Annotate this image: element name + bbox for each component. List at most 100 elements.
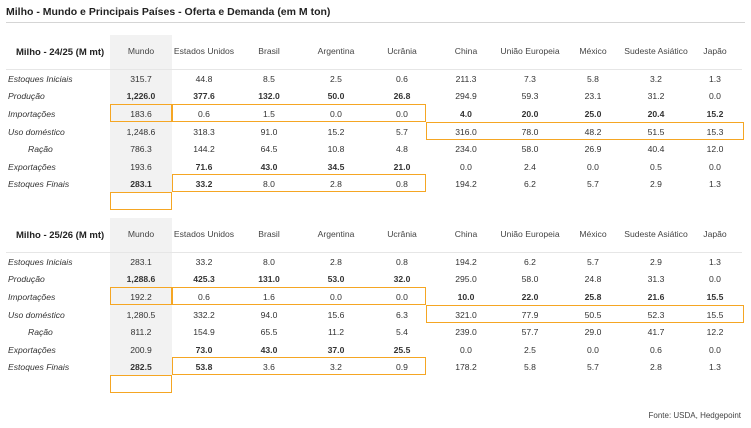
table-cell: 94.0 xyxy=(260,309,278,320)
table-cell: 4.8 xyxy=(396,144,408,155)
table-cell: 0.0 xyxy=(460,344,472,355)
table-cell: 91.0 xyxy=(260,126,278,137)
table-cell: 5.7 xyxy=(587,362,599,373)
table-cell: 282.5 xyxy=(110,358,172,377)
table-cell: 1,226.0 xyxy=(110,87,172,106)
table-cell: 5.8 xyxy=(524,362,536,373)
col-header-argentina: Argentina xyxy=(317,46,355,57)
col-header-china: China xyxy=(454,229,478,240)
table-cell: 2.5 xyxy=(302,68,370,88)
title-divider xyxy=(6,22,745,23)
table-cell: 23.1 xyxy=(584,91,602,102)
table-cell: 25.8 xyxy=(584,291,602,302)
table-cell: 2.8 xyxy=(650,362,662,373)
table-cell: 377.6 xyxy=(193,91,215,102)
table-cell: 24.8 xyxy=(584,274,602,285)
table-cell: 2.5 xyxy=(524,344,536,355)
table-cell: 1.3 xyxy=(709,179,721,190)
col-header-uniao-europeia: União Europeia xyxy=(500,229,560,240)
table-row: Exportações 200.9 73.0 43.0 37.0 25.5 0.… xyxy=(6,340,742,359)
table-cell: 5.7 xyxy=(562,251,624,271)
table-cell: 10.0 xyxy=(457,291,475,302)
table-cell: 29.0 xyxy=(584,327,602,338)
col-header-estados-unidos: Estados Unidos xyxy=(173,46,235,57)
row-label: Produção xyxy=(8,91,45,102)
table-cell: 0.0 xyxy=(709,274,721,285)
table-cell: 1,280.5 xyxy=(110,305,172,324)
table-cell: 294.9 xyxy=(455,91,477,102)
highlight-box-producao-mundo xyxy=(110,104,172,122)
table-cell: 318.3 xyxy=(193,126,215,137)
table-cell: 15.6 xyxy=(327,309,345,320)
table-cell: 5.7 xyxy=(396,126,408,137)
table-cell: 0.0 xyxy=(587,344,599,355)
table-cell: 21.6 xyxy=(647,291,665,302)
table-cell: 11.2 xyxy=(327,327,345,338)
table-cell: 10.8 xyxy=(327,144,345,155)
table-cell: 43.0 xyxy=(260,344,278,355)
table-cell: 3.2 xyxy=(624,68,688,88)
row-label: Uso doméstico xyxy=(8,309,65,320)
table-cell: 1.3 xyxy=(688,251,742,271)
col-header-sudeste-asiatico: Sudeste Asiático xyxy=(624,46,688,57)
table-row: Estoques Iniciais 283.1 33.2 8.0 2.8 0.8… xyxy=(6,251,742,271)
table-cell: 20.0 xyxy=(521,108,539,119)
table-cell: 58.0 xyxy=(521,144,539,155)
table-cell: 2.9 xyxy=(650,179,662,190)
col-header-sudeste-asiatico: Sudeste Asiático xyxy=(624,229,688,240)
table-cell: 193.6 xyxy=(110,157,172,176)
table-header-row: Milho - 24/25 (M mt) Mundo Estados Unido… xyxy=(6,35,742,70)
col-header-ucrania: Ucrânia xyxy=(387,46,417,57)
table-cell: 15.2 xyxy=(327,126,345,137)
table-cell: 43.0 xyxy=(260,161,278,172)
table-cell: 25.5 xyxy=(393,344,411,355)
col-header-argentina: Argentina xyxy=(317,229,355,240)
row-label: Estoques Iniciais xyxy=(6,68,110,88)
table-cell: 5.4 xyxy=(396,327,408,338)
highlight-box-producao-mundo-2526 xyxy=(110,287,172,305)
col-header-brasil: Brasil xyxy=(258,46,280,57)
highlight-box-importacoes-2526 xyxy=(426,305,744,323)
table-cell: 0.0 xyxy=(709,161,721,172)
col-header-japao: Japão xyxy=(703,46,727,57)
table-cell: 194.2 xyxy=(455,179,477,190)
table-cell: 2.9 xyxy=(624,251,688,271)
table-cell: 0.6 xyxy=(370,68,434,88)
table-cell: 0.6 xyxy=(650,344,662,355)
row-label: Ração xyxy=(28,327,53,338)
table-cell: 178.2 xyxy=(455,362,477,373)
table-cell: 194.2 xyxy=(434,251,498,271)
table-cell: 1.3 xyxy=(709,362,721,373)
table-cell: 132.0 xyxy=(258,91,280,102)
section-label: Milho - 24/25 (M mt) xyxy=(16,46,105,58)
table-cell: 0.5 xyxy=(650,161,662,172)
table-cell: 295.0 xyxy=(455,274,477,285)
table-cell: 25.0 xyxy=(584,108,602,119)
table-cell: 57.7 xyxy=(521,327,539,338)
table-cell: 332.2 xyxy=(193,309,215,320)
section-label: Milho - 25/26 (M mt) xyxy=(16,229,105,241)
table-cell: 6.2 xyxy=(524,179,536,190)
table-cell: 1,248.6 xyxy=(110,122,172,141)
table-cell: 21.0 xyxy=(393,161,411,172)
table-cell: 12.0 xyxy=(706,144,724,155)
table-cell: 239.0 xyxy=(455,327,477,338)
table-cell: 283.1 xyxy=(110,251,172,271)
table-cell: 131.0 xyxy=(258,274,280,285)
table-cell: 12.2 xyxy=(706,327,724,338)
row-label: Exportações xyxy=(8,161,56,172)
table-cell: 7.3 xyxy=(498,68,562,88)
source-note: Fonte: USDA, Hedgepoint xyxy=(648,411,742,420)
col-header-mundo: Mundo xyxy=(110,35,172,70)
col-header-china: China xyxy=(454,46,478,57)
table-cell: 315.7 xyxy=(110,68,172,88)
col-header-japao: Japão xyxy=(703,229,727,240)
table-cell: 26.9 xyxy=(584,144,602,155)
table-cell: 50.0 xyxy=(327,91,345,102)
table-cell: 6.3 xyxy=(396,309,408,320)
table-cell: 73.0 xyxy=(195,344,213,355)
col-header-mexico: México xyxy=(579,229,607,240)
table-cell: 71.6 xyxy=(195,161,213,172)
row-label: Importações xyxy=(8,291,56,302)
table-header-row: Milho - 25/26 (M mt) Mundo Estados Unido… xyxy=(6,218,742,253)
